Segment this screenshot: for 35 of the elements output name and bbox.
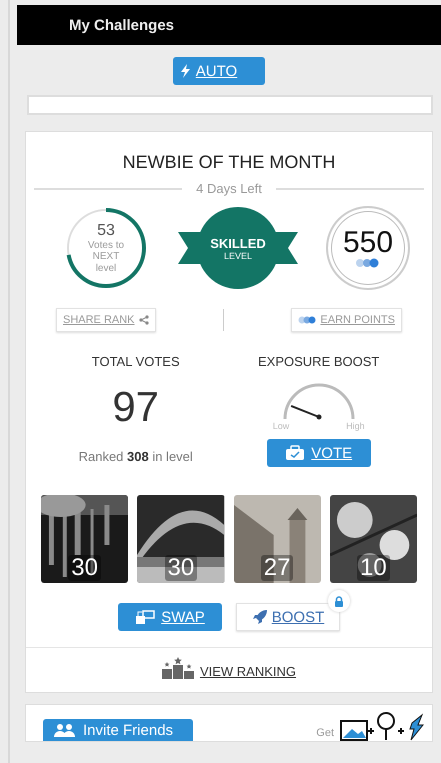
boost-button[interactable]: BOOST (236, 603, 340, 631)
vote-button[interactable]: VOTE (266, 439, 371, 467)
photo-vote-count: 10 (357, 554, 390, 581)
points-value: 550 (342, 228, 394, 258)
view-ranking-link[interactable]: VIEW RANKING (156, 656, 302, 680)
people-icon (53, 723, 77, 737)
gauge-low-label: Low (272, 421, 290, 431)
total-votes-label: TOTAL VOTES (92, 354, 180, 369)
exposure-boost-label: EXPOSURE BOOST (258, 354, 380, 369)
gauge-high-label: High (346, 421, 365, 431)
photo-vote-count: 27 (260, 554, 294, 581)
earn-points-button[interactable]: EARN POINTS (291, 308, 402, 332)
share-icon (138, 315, 149, 325)
total-votes-value: 97 (112, 383, 160, 431)
get-label: Get (316, 727, 334, 739)
lightning-icon (180, 64, 190, 78)
auto-button[interactable]: AUTO (172, 57, 266, 85)
swap-button[interactable]: SWAP (118, 603, 222, 631)
level-badge: SKILLED LEVEL (197, 207, 279, 289)
toggle-dots-icon (355, 258, 381, 268)
podium-icon (162, 657, 194, 679)
photo-vote-count: 30 (164, 554, 198, 581)
photo-vote-count: 30 (68, 554, 101, 581)
rocket-icon (252, 609, 268, 625)
days-left: 4 Days Left (196, 181, 262, 196)
challenge-title: NEWBIE OF THE MONTH (122, 152, 336, 173)
share-rank-button[interactable]: SHARE RANK (56, 308, 156, 332)
votes-to-next-count: 53 (97, 222, 115, 240)
invite-friends-button[interactable]: Invite Friends (43, 719, 194, 741)
header-title: My Challenges (69, 16, 174, 34)
toggle-dots-icon (298, 316, 316, 324)
votes-to-next-caption: Votes to NEXT level (86, 240, 126, 274)
swap-icon (135, 609, 156, 625)
briefcase-icon (285, 445, 306, 461)
rank-text: Ranked 308 in level (78, 449, 193, 464)
